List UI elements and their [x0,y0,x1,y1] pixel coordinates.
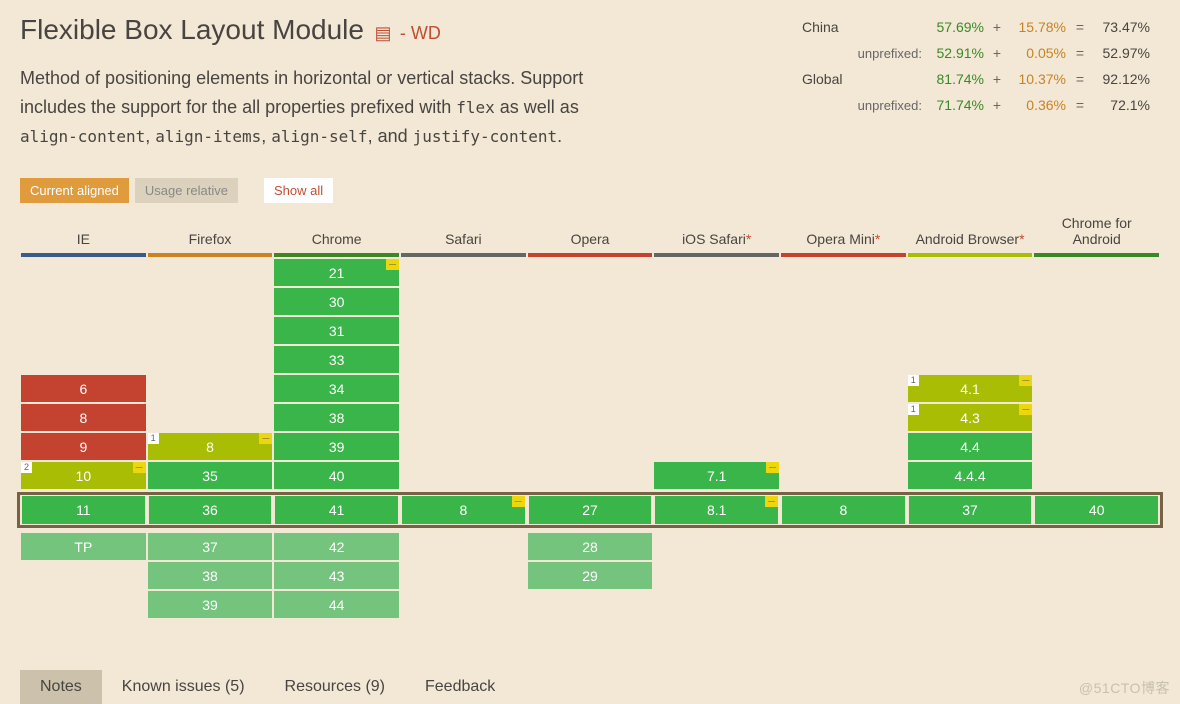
version-cell[interactable]: 33 [274,346,399,373]
tab-notes[interactable]: Notes [20,670,102,704]
spec-link-icon[interactable]: ▤ [374,23,391,43]
version-cell[interactable]: 44 [274,591,399,618]
version-cell[interactable]: 39 [274,433,399,460]
browser-header[interactable]: Chrome for Android [1034,213,1159,253]
version-cell[interactable]: 29 [528,562,653,589]
version-cell[interactable]: 8 [21,404,146,431]
version-cell-current[interactable]: 37 [909,496,1032,524]
version-cell[interactable]: 35 [148,462,273,489]
browser-header[interactable]: iOS Safari * [654,213,779,253]
version-cell[interactable]: 4.11— [908,375,1033,402]
info-tabs: Notes Known issues (5) Resources (9) Fee… [0,670,1180,704]
version-cell[interactable]: 38 [274,404,399,431]
version-cell[interactable]: 37 [148,533,273,560]
version-cell[interactable]: 4.4.4 [908,462,1033,489]
version-cell-current[interactable]: 8.1— [655,496,778,524]
version-cell-current[interactable]: 27 [529,496,652,524]
version-cell[interactable]: 4.4 [908,433,1033,460]
browser-header[interactable]: Opera [528,213,653,253]
stats-label-china-unprefixed: unprefixed: [802,46,922,61]
stats-label-china: China [802,19,922,35]
tab-resources[interactable]: Resources (9) [265,670,405,704]
version-cell[interactable]: 28 [528,533,653,560]
version-cell[interactable]: 81— [148,433,273,460]
version-cell[interactable]: 4.31— [908,404,1033,431]
usage-stats: China 57.69%+15.78%=73.47% unprefixed: 5… [740,14,1160,150]
version-cell[interactable]: 102— [21,462,146,489]
tab-feedback[interactable]: Feedback [405,670,515,704]
tab-known-issues[interactable]: Known issues (5) [102,670,265,704]
version-cell[interactable]: 7.1— [654,462,779,489]
view-controls: Current aligned Usage relative Show all [20,178,1180,203]
version-cell[interactable]: 6 [21,375,146,402]
stats-label-global-unprefixed: unprefixed: [802,98,922,113]
version-cell-current[interactable]: 11 [22,496,145,524]
page-title: Flexible Box Layout Module [20,14,364,45]
browser-header[interactable]: IE [21,213,146,253]
version-cell[interactable]: TP [21,533,146,560]
version-cell[interactable]: 39 [148,591,273,618]
version-cell[interactable]: 21— [274,259,399,286]
version-cell[interactable]: 38 [148,562,273,589]
version-cell[interactable]: 9 [21,433,146,460]
show-all-button[interactable]: Show all [264,178,333,203]
version-cell[interactable]: 34 [274,375,399,402]
version-cell[interactable]: 30 [274,288,399,315]
usage-relative-button[interactable]: Usage relative [135,178,238,203]
browser-header[interactable]: Opera Mini * [781,213,906,253]
title-area: Flexible Box Layout Module ▤ - WD Method… [20,14,740,150]
version-cell[interactable]: 43 [274,562,399,589]
version-cell-current[interactable]: 8— [402,496,525,524]
current-aligned-button[interactable]: Current aligned [20,178,129,203]
browser-header[interactable]: Firefox [148,213,273,253]
watermark: @51CTO博客 [1079,678,1170,698]
version-cell-current[interactable]: 40 [1035,496,1158,524]
version-cell-current[interactable]: 8 [782,496,905,524]
description: Method of positioning elements in horizo… [20,64,620,150]
spec-status: - WD [400,23,441,43]
browser-header[interactable]: Android Browser * [908,213,1033,253]
browser-header[interactable]: Safari [401,213,526,253]
browser-header[interactable]: Chrome [274,213,399,253]
version-cell[interactable]: 31 [274,317,399,344]
version-cell-current[interactable]: 36 [149,496,272,524]
version-cell[interactable]: 42 [274,533,399,560]
version-cell-current[interactable]: 41 [275,496,398,524]
version-cell[interactable]: 40 [274,462,399,489]
stats-label-global: Global [802,71,922,87]
